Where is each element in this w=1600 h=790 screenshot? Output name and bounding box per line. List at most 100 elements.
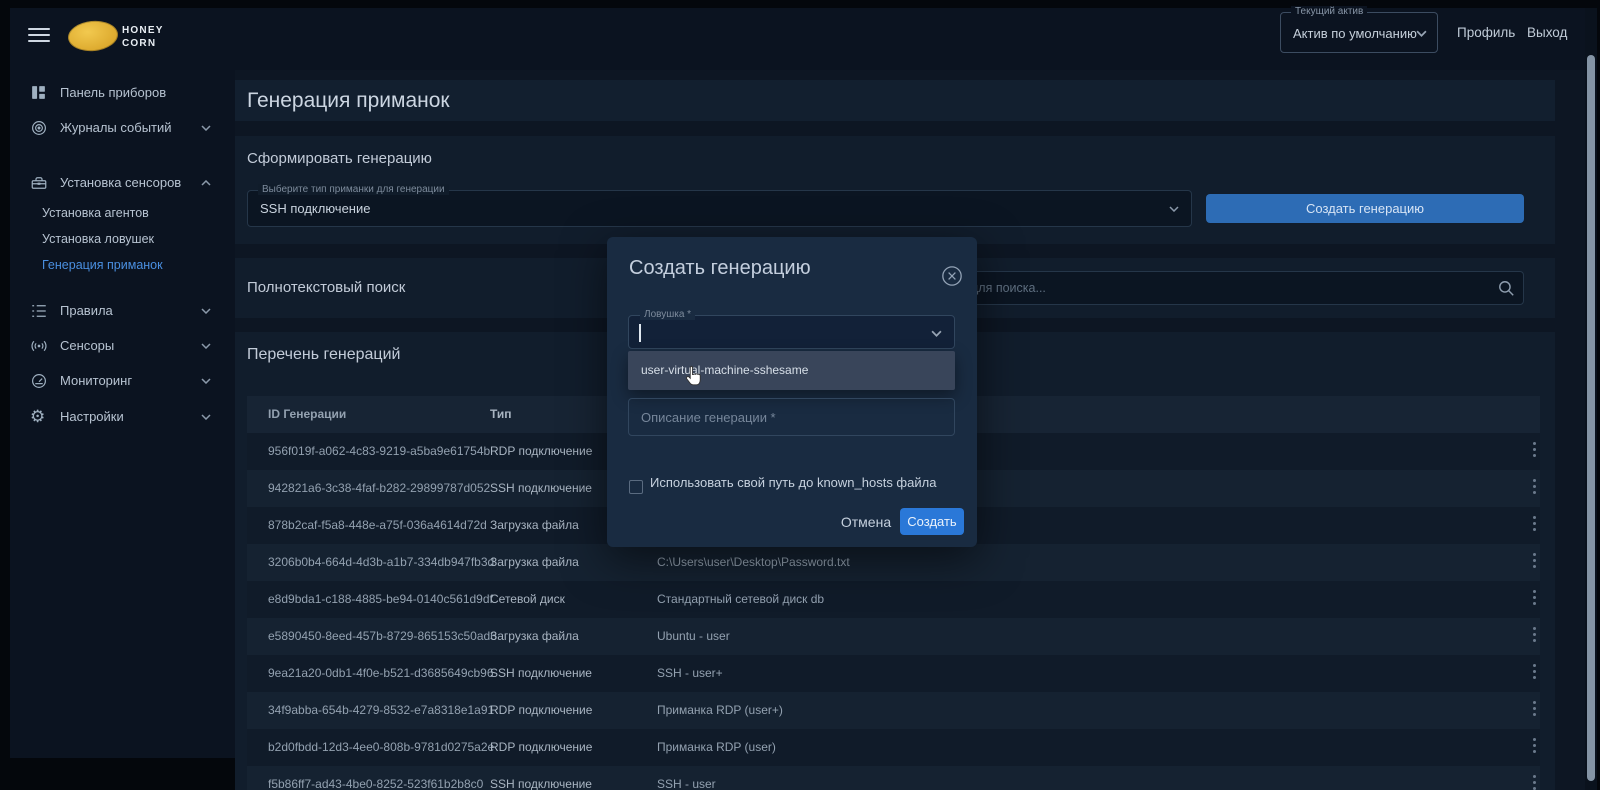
sidebar-item-label: Панель приборов [60, 85, 167, 100]
mouse-hand-cursor [682, 362, 706, 390]
sidebar-item-sensors[interactable]: Сенсоры [10, 329, 235, 363]
chevron-down-icon [201, 125, 211, 131]
dashboard-icon [30, 84, 48, 102]
generation-type: Сетевой диск [490, 592, 565, 606]
generation-type: RDP подключение [490, 740, 593, 754]
generation-id: 3206b0b4-664d-4d3b-a1b7-334db947fb3d [268, 555, 495, 569]
generation-type: SSH подключение [490, 666, 592, 680]
generation-description: Стандартный сетевой диск db [657, 592, 825, 606]
generation-id: e8d9bda1-c188-4885-be94-0140c561d9df [268, 592, 493, 606]
form-section-title: Сформировать генерацию [247, 150, 432, 167]
text-cursor [639, 324, 641, 342]
gauge-icon [30, 372, 48, 390]
hamburger-menu-icon[interactable] [28, 28, 50, 44]
chevron-down-icon [201, 414, 211, 420]
generation-type: Загрузка файла [490, 518, 579, 532]
row-menu-icon[interactable] [1528, 590, 1540, 610]
gear-icon: ⚙ [30, 407, 46, 427]
generation-id: 9ea21a20-0db1-4f0e-b521-d3685649cb96 [268, 666, 494, 680]
cancel-button[interactable]: Отмена [835, 509, 897, 535]
generation-type: Загрузка файла [490, 555, 579, 569]
generation-description: C:\Users\user\Desktop\Password.txt [657, 555, 850, 569]
chevron-down-icon [1169, 206, 1179, 212]
sidebar-item-sensor-install[interactable]: Установка сенсоров [10, 166, 235, 200]
row-menu-icon[interactable] [1528, 738, 1540, 758]
generation-id: 878b2caf-f5a8-448e-a75f-036a4614d72d [268, 518, 487, 532]
row-menu-icon[interactable] [1528, 775, 1540, 790]
close-icon[interactable] [941, 265, 963, 287]
create-generation-button[interactable]: Создать генерацию [1206, 194, 1524, 223]
row-menu-icon[interactable] [1528, 516, 1540, 536]
generation-type: Загрузка файла [490, 629, 579, 643]
generation-description: Ubuntu - user [657, 629, 730, 643]
table-row: 9ea21a20-0db1-4f0e-b521-d3685649cb96 SSH… [247, 655, 1540, 692]
toolbox-icon [30, 174, 48, 192]
column-header-id: ID Генерации [268, 407, 347, 421]
scrollbar-thumb[interactable] [1587, 55, 1595, 781]
row-menu-icon[interactable] [1528, 701, 1540, 721]
page-title: Генерация приманок [247, 89, 450, 112]
sidebar-item-label: Сенсоры [60, 338, 115, 353]
sidebar-subitem-trap-install[interactable]: Установка ловушек [10, 226, 235, 252]
row-menu-icon[interactable] [1528, 442, 1540, 462]
row-menu-icon[interactable] [1528, 553, 1540, 573]
sidebar-item-rules[interactable]: Правила [10, 294, 235, 328]
logout-link[interactable]: Выход [1527, 8, 1567, 57]
generation-id: 942821a6-3c38-4faf-b282-29899787d052 [268, 481, 491, 495]
sidebar-item-settings[interactable]: ⚙ Настройки [10, 400, 235, 434]
profile-link[interactable]: Профиль [1457, 8, 1515, 57]
generation-form-card: Сформировать генерацию Выберите тип прим… [235, 136, 1555, 244]
sidebar: Панель приборов Журналы событий Установк… [10, 70, 235, 758]
generation-id: e5890450-8eed-457b-8729-865153c50ad6 [268, 629, 497, 643]
sidebar-subitem-agent-install[interactable]: Установка агентов [10, 200, 235, 226]
brand-line2: CORN [122, 38, 157, 49]
current-asset-select[interactable]: Текущий актив Актив по умолчанию [1280, 6, 1438, 53]
row-menu-icon[interactable] [1528, 664, 1540, 684]
trap-dropdown-list: user-virtual-machine-sshesame [628, 351, 955, 390]
chevron-up-icon [201, 180, 211, 186]
sidebar-item-label: Журналы событий [60, 120, 172, 135]
rules-list-icon [30, 302, 48, 320]
generation-type: SSH подключение [490, 481, 592, 495]
generation-id: 956f019f-a062-4c83-9219-a5ba9e61754b [268, 444, 491, 458]
chevron-down-icon [931, 330, 942, 337]
row-menu-icon[interactable] [1528, 627, 1540, 647]
generation-type: SSH подключение [490, 777, 592, 790]
trap-combobox[interactable]: Ловушка * [628, 309, 955, 349]
sidebar-item-label: Мониторинг [60, 373, 133, 388]
brand-line1: HONEY [122, 25, 164, 36]
table-row: f5b86ff7-ad43-4be0-8252-523f61b2b8c0 SSH… [247, 766, 1540, 790]
page-title-band: Генерация приманок [235, 80, 1555, 121]
table-row: b2d0fbdd-12d3-4ee0-808b-9781d0275a2e RDP… [247, 729, 1540, 766]
generation-description: Приманка RDP (user+) [657, 703, 783, 717]
search-icon [1497, 279, 1516, 298]
generation-id: 34f9abba-654b-4279-8532-e7a8318e1a91 [268, 703, 495, 717]
search-section-title: Полнотекстовый поиск [247, 279, 406, 296]
asset-select-value: Актив по умолчанию [1293, 26, 1417, 41]
trap-combobox-label: Ловушка * [640, 309, 696, 320]
row-menu-icon[interactable] [1528, 479, 1540, 499]
generation-description-input[interactable] [628, 398, 955, 436]
generation-type: RDP подключение [490, 444, 593, 458]
chevron-down-icon [201, 308, 211, 314]
known-hosts-checkbox[interactable] [629, 480, 643, 494]
table-section-title: Перечень генераций [247, 346, 401, 363]
trap-dropdown-option[interactable]: user-virtual-machine-sshesame [641, 351, 808, 390]
sidebar-item-label: Настройки [60, 409, 124, 424]
sidebar-subitem-decoy-generation[interactable]: Генерация приманок [10, 252, 235, 278]
honeycorn-logo [66, 18, 120, 54]
search-input[interactable] [958, 271, 1524, 305]
create-generation-modal: Создать генерацию Ловушка * user-virtual… [607, 237, 977, 547]
brand-name: HONEY CORN [122, 24, 164, 50]
sidebar-item-monitoring[interactable]: Мониторинг [10, 364, 235, 398]
sidebar-item-event-logs[interactable]: Журналы событий [10, 111, 235, 145]
chevron-down-icon [1416, 30, 1427, 37]
page-scrollbar [1585, 8, 1597, 790]
decoy-type-select-value: SSH подключение [260, 201, 371, 216]
broadcast-icon [30, 337, 48, 355]
sidebar-item-dashboard[interactable]: Панель приборов [10, 76, 235, 110]
sidebar-item-label: Правила [60, 303, 113, 318]
modal-create-button[interactable]: Создать [900, 508, 964, 535]
table-row: e8d9bda1-c188-4885-be94-0140c561d9df Сет… [247, 581, 1540, 618]
decoy-type-select[interactable]: Выберите тип приманки для генерации SSH … [247, 184, 1192, 227]
